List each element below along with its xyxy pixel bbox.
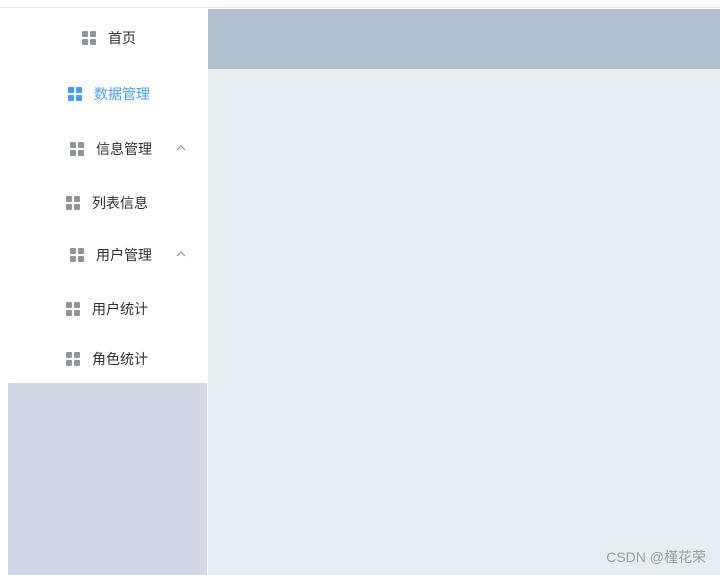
menu-item-label: 首页 xyxy=(108,30,136,46)
top-bar xyxy=(0,0,720,8)
menu-item-label: 用户统计 xyxy=(92,301,148,317)
app-window: 首页 数据管理 信息管理 列表信息 用户管理 用户统计 角色统计 CSDN @槿… xyxy=(0,0,720,575)
menu-item-label: 数据管理 xyxy=(94,86,150,102)
menu-item-label: 用户管理 xyxy=(96,247,152,263)
sidebar-menu: 首页 数据管理 信息管理 列表信息 用户管理 用户统计 角色统计 xyxy=(8,9,207,383)
main-header xyxy=(208,9,720,69)
grid-icon xyxy=(66,302,80,316)
grid-icon xyxy=(70,248,84,262)
menu-item-info-management[interactable]: 信息管理 xyxy=(8,129,207,169)
menu-item-label: 角色统计 xyxy=(92,351,148,367)
grid-icon xyxy=(66,196,80,210)
sidebar: 首页 数据管理 信息管理 列表信息 用户管理 用户统计 角色统计 xyxy=(8,9,207,575)
chevron-up-icon[interactable] xyxy=(176,249,186,259)
main-content: CSDN @槿花荣 xyxy=(208,9,720,575)
menu-item-user-stats[interactable]: 用户统计 xyxy=(8,289,207,329)
grid-icon xyxy=(82,31,96,45)
grid-icon xyxy=(66,352,80,366)
chevron-up-icon[interactable] xyxy=(176,143,186,153)
menu-item-user-management[interactable]: 用户管理 xyxy=(8,235,207,275)
menu-item-label: 信息管理 xyxy=(96,141,152,157)
menu-item-home[interactable]: 首页 xyxy=(8,18,207,58)
grid-icon xyxy=(70,142,84,156)
menu-item-role-stats[interactable]: 角色统计 xyxy=(8,339,207,379)
grid-icon xyxy=(68,87,82,101)
watermark: CSDN @槿花荣 xyxy=(606,549,706,565)
menu-item-label: 列表信息 xyxy=(92,195,148,211)
menu-item-data-management[interactable]: 数据管理 xyxy=(8,74,207,114)
menu-item-list-info[interactable]: 列表信息 xyxy=(8,183,207,223)
